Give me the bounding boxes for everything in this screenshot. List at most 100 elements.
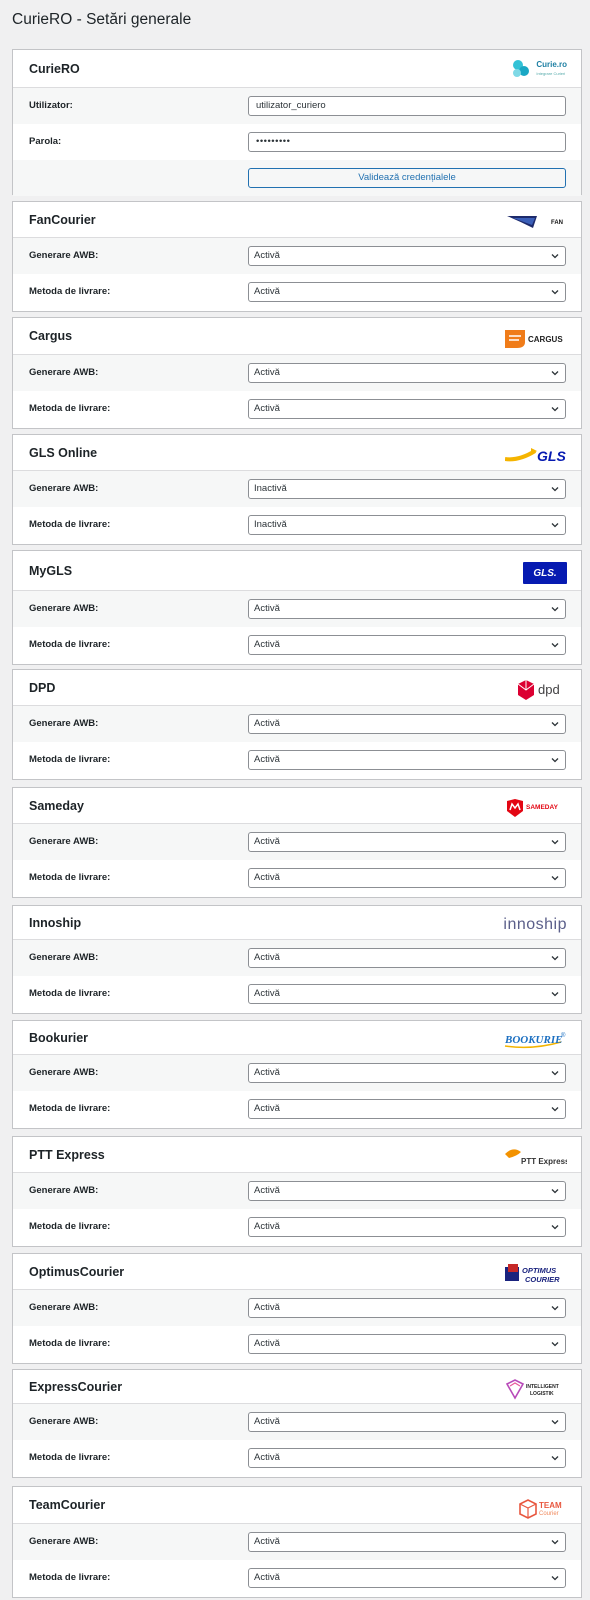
chevron-down-icon bbox=[551, 956, 559, 961]
card-title: Bookurier bbox=[29, 1031, 89, 1045]
awb-label: Generare AWB: bbox=[29, 483, 99, 494]
page-title: CurieRO - Setări generale bbox=[12, 11, 192, 28]
cargus-logo: CARGUS bbox=[505, 324, 567, 354]
ptt-express-awb-select[interactable]: Activă bbox=[248, 1181, 566, 1201]
awb-label: Generare AWB: bbox=[29, 367, 99, 378]
delivery-select-value: Activă bbox=[254, 1452, 280, 1463]
awb-select-value: Activă bbox=[254, 1067, 280, 1078]
card-header: FanCourier FAN bbox=[13, 202, 581, 238]
svg-text:INTELLIGENT: INTELLIGENT bbox=[526, 1384, 559, 1390]
row-delivery: Metoda de livrare: Activă bbox=[13, 1326, 581, 1362]
gls-online-delivery-select[interactable]: Inactivă bbox=[248, 515, 566, 535]
card-cargus: Cargus CARGUS Generare AWB: Activă Metod… bbox=[12, 317, 582, 429]
card-curiero: CurieRO Curie.ro Integrare Curieri Utili… bbox=[12, 49, 582, 196]
bookurier-awb-select[interactable]: Activă bbox=[248, 1063, 566, 1083]
teamcourier-awb-select[interactable]: Activă bbox=[248, 1532, 566, 1552]
mygls-logo: GLS. bbox=[523, 558, 567, 588]
row-delivery: Metoda de livrare: Activă bbox=[13, 1560, 581, 1596]
svg-text:Courier: Courier bbox=[539, 1511, 559, 1517]
validate-credentials-button[interactable]: Validează credențialele bbox=[248, 168, 566, 188]
dpd-awb-select[interactable]: Activă bbox=[248, 714, 566, 734]
curiero-logo-icon bbox=[513, 60, 530, 77]
ptt-express-logo: PTT Express bbox=[503, 1142, 567, 1172]
sameday-logo-icon: SAMEDAY bbox=[507, 799, 559, 817]
chevron-down-icon bbox=[551, 1107, 559, 1112]
chevron-down-icon bbox=[551, 992, 559, 997]
card-title: Sameday bbox=[29, 799, 84, 813]
awb-label: Generare AWB: bbox=[29, 603, 99, 614]
mygls-awb-select[interactable]: Activă bbox=[248, 599, 566, 619]
row-delivery: Metoda de livrare: Activă bbox=[13, 860, 581, 896]
awb-select-value: Activă bbox=[254, 952, 280, 963]
sameday-awb-select[interactable]: Activă bbox=[248, 832, 566, 852]
innoship-awb-select[interactable]: Activă bbox=[248, 948, 566, 968]
expresscourier-awb-select[interactable]: Activă bbox=[248, 1412, 566, 1432]
card-title: Cargus bbox=[29, 329, 73, 343]
card-header: OptimusCourier OPTIMUS COURIER bbox=[13, 1254, 581, 1290]
teamcourier-logo: TEAM Courier bbox=[517, 1493, 567, 1523]
card-header: GLS Online GLS bbox=[13, 435, 581, 471]
optimuscourier-awb-select[interactable]: Activă bbox=[248, 1298, 566, 1318]
awb-select-value: Activă bbox=[254, 718, 280, 729]
dpd-delivery-select[interactable]: Activă bbox=[248, 750, 566, 770]
row-awb: Generare AWB: Activă bbox=[13, 355, 581, 391]
card-header: MyGLS GLS. bbox=[13, 551, 581, 591]
fancourier-logo-text: FAN bbox=[551, 220, 563, 226]
expresscourier-logo-icon: INTELLIGENTLOGISTIK bbox=[505, 1379, 559, 1400]
optimuscourier-logo: OPTIMUS COURIER bbox=[503, 1259, 567, 1289]
row-awb: Generare AWB: Activă bbox=[13, 940, 581, 976]
card-title: FanCourier bbox=[29, 213, 96, 227]
awb-select-value: Inactivă bbox=[254, 483, 287, 494]
svg-text:®: ® bbox=[561, 1032, 566, 1039]
row-delivery: Metoda de livrare: Activă bbox=[13, 1209, 581, 1245]
row-delivery: Metoda de livrare: Activă bbox=[13, 742, 581, 778]
awb-label: Generare AWB: bbox=[29, 1067, 99, 1078]
card-title: TeamCourier bbox=[29, 1498, 106, 1512]
sameday-delivery-select[interactable]: Activă bbox=[248, 868, 566, 888]
awb-select-value: Activă bbox=[254, 836, 280, 847]
card-bookurier: Bookurier BOOKURIE ® Generare AWB: Activă… bbox=[12, 1020, 582, 1129]
username-input[interactable]: utilizator_curiero bbox=[248, 96, 566, 116]
awb-select-value: Activă bbox=[254, 1302, 280, 1313]
mygls-delivery-select[interactable]: Activă bbox=[248, 635, 566, 655]
innoship-delivery-select[interactable]: Activă bbox=[248, 984, 566, 1004]
svg-text:OPTIMUS: OPTIMUS bbox=[522, 1266, 556, 1275]
cargus-awb-select[interactable]: Activă bbox=[248, 363, 566, 383]
card-header: DPD dpd bbox=[13, 670, 581, 706]
chevron-down-icon bbox=[551, 1456, 559, 1461]
card-dpd: DPD dpd Generare AWB: Activă Metoda de l… bbox=[12, 669, 582, 780]
fancourier-awb-select[interactable]: Activă bbox=[248, 246, 566, 266]
teamcourier-delivery-select[interactable]: Activă bbox=[248, 1568, 566, 1588]
optimus-logo-icon: OPTIMUSCOURIER bbox=[505, 1264, 560, 1284]
row-delivery: Metoda de livrare: Activă bbox=[13, 976, 581, 1012]
password-input[interactable]: ••••••••• bbox=[248, 132, 566, 152]
card-title: MyGLS bbox=[29, 564, 73, 578]
delivery-label: Metoda de livrare: bbox=[29, 1572, 111, 1583]
gls-online-awb-select[interactable]: Inactivă bbox=[248, 479, 566, 499]
row-awb: Generare AWB: Inactivă bbox=[13, 471, 581, 507]
row-delivery: Metoda de livrare: Activă bbox=[13, 1091, 581, 1127]
card-title: OptimusCourier bbox=[29, 1265, 125, 1279]
awb-select-value: Activă bbox=[254, 1416, 280, 1427]
cargus-delivery-select[interactable]: Activă bbox=[248, 399, 566, 419]
delivery-select-value: Inactivă bbox=[254, 519, 287, 530]
chevron-down-icon bbox=[551, 722, 559, 727]
delivery-label: Metoda de livrare: bbox=[29, 754, 111, 765]
svg-text:TEAM: TEAM bbox=[539, 1501, 562, 1510]
card-title: PTT Express bbox=[29, 1148, 105, 1162]
row-awb: Generare AWB: Activă bbox=[13, 1404, 581, 1440]
fancourier-delivery-select[interactable]: Activă bbox=[248, 282, 566, 302]
svg-text:BOOKURIE: BOOKURIE bbox=[504, 1034, 562, 1046]
bookurier-delivery-select[interactable]: Activă bbox=[248, 1099, 566, 1119]
chevron-down-icon bbox=[551, 523, 559, 528]
row-awb: Generare AWB: Activă bbox=[13, 591, 581, 627]
chevron-down-icon bbox=[551, 1306, 559, 1311]
password-label: Parola: bbox=[29, 136, 62, 147]
card-header: Bookurier BOOKURIE ® bbox=[13, 1021, 581, 1055]
svg-text:LOGISTIK: LOGISTIK bbox=[530, 1391, 554, 1397]
ptt-express-delivery-select[interactable]: Activă bbox=[248, 1217, 566, 1237]
expresscourier-delivery-select[interactable]: Activă bbox=[248, 1448, 566, 1468]
optimuscourier-delivery-select[interactable]: Activă bbox=[248, 1334, 566, 1354]
awb-select-value: Activă bbox=[254, 250, 280, 261]
bookurier-logo: BOOKURIE ® bbox=[503, 1025, 567, 1055]
